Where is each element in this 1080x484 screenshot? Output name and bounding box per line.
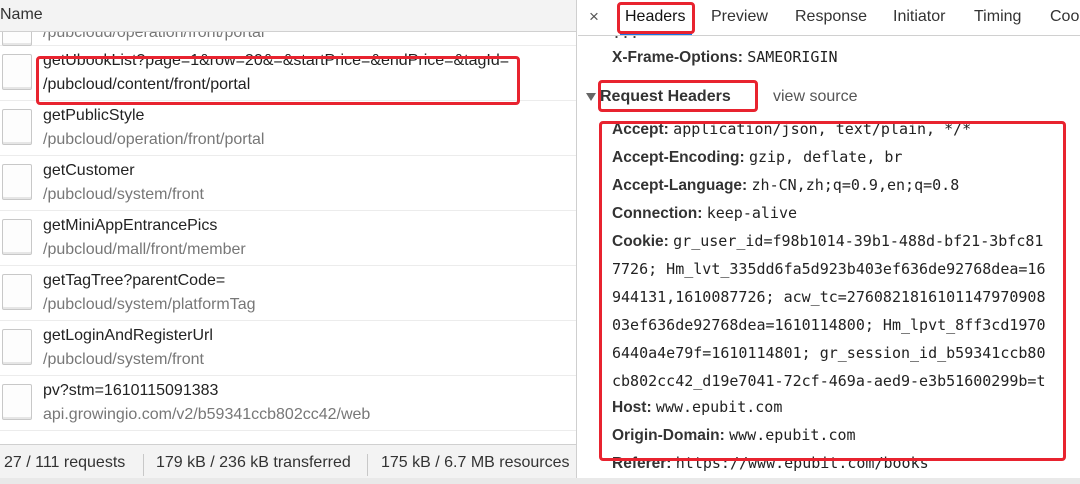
- document-icon: [2, 109, 32, 145]
- header-key: Origin-Domain:: [612, 427, 725, 444]
- request-path: /pubcloud/system/platformTag: [43, 296, 256, 313]
- detail-tab-bar: × Headers Preview Response Initiator Tim…: [578, 0, 1080, 36]
- request-row-getcustomer[interactable]: getCustomer /pubcloud/system/front: [0, 156, 576, 211]
- request-name: getTagTree?parentCode=: [43, 272, 226, 289]
- view-source-link[interactable]: view source: [773, 88, 857, 106]
- cookie-value-continuation: 03ef636de92768dea=1610114800; Hm_lpvt_8f…: [612, 316, 1046, 334]
- cookie-value-continuation: 6440a4e79f=1610114801; gr_session_id_b59…: [612, 344, 1046, 362]
- status-divider: [367, 454, 368, 476]
- tab-timing[interactable]: Timing: [974, 8, 1021, 26]
- header-value: www.epubit.com: [729, 426, 856, 444]
- request-row-getminiappentrancepics[interactable]: getMiniAppEntrancePics /pubcloud/mall/fr…: [0, 211, 576, 266]
- response-header-x-frame-options: X-Frame-Options: SAMEORIGIN: [612, 48, 838, 67]
- header-value: www.epubit.com: [655, 398, 783, 416]
- status-divider: [143, 454, 144, 476]
- request-name: getUbookList?page=1&row=20&=&startPrice=…: [43, 52, 510, 69]
- request-header-accept-encoding: Accept-Encoding: gzip, deflate, br: [612, 148, 902, 167]
- cookie-value-continuation: 944131,1610087726; acw_tc=27608218161011…: [612, 288, 1046, 306]
- request-path: /pubcloud/content/front/portal: [43, 76, 251, 93]
- document-icon: [2, 274, 32, 310]
- response-header-partial: ...: [612, 36, 639, 42]
- active-tab-indicator: [620, 33, 692, 35]
- status-transferred: 179 kB / 236 kB transferred: [156, 454, 351, 471]
- document-icon: [2, 54, 32, 90]
- request-path: /pubcloud/system/front: [43, 351, 204, 368]
- request-header-host: Host: www.epubit.com: [612, 398, 782, 417]
- request-header-referer: Referer: https://www.epubit.com/books: [612, 454, 929, 473]
- header-key: Referer:: [612, 455, 672, 472]
- document-icon: [2, 32, 32, 46]
- headers-detail-view: ... X-Frame-Options: SAMEORIGIN Request …: [578, 36, 1080, 484]
- document-icon: [2, 219, 32, 255]
- request-detail-panel: × Headers Preview Response Initiator Tim…: [578, 0, 1080, 484]
- tab-response[interactable]: Response: [795, 8, 867, 26]
- request-row-getloginandregisterurl[interactable]: getLoginAndRegisterUrl /pubcloud/system/…: [0, 321, 576, 376]
- request-header-origin-domain: Origin-Domain: www.epubit.com: [612, 426, 856, 445]
- request-path: /pubcloud/operation/front/portal: [43, 131, 265, 148]
- close-icon[interactable]: ×: [589, 7, 599, 27]
- cookie-value-continuation: cb802cc42_d19e7041-72cf-469a-aed9-e3b516…: [612, 372, 1046, 390]
- tab-cookies[interactable]: Coo: [1050, 8, 1079, 26]
- request-name: getCustomer: [43, 162, 135, 179]
- header-key: Cookie:: [612, 233, 669, 250]
- tab-preview[interactable]: Preview: [711, 8, 768, 26]
- header-value: keep-alive: [706, 204, 798, 222]
- header-value: SAMEORIGIN: [747, 48, 838, 66]
- request-row-partial[interactable]: /pubcloud/operation/front/portal: [0, 32, 576, 46]
- request-path: api.growingio.com/v2/b59341ccb802cc42/we…: [43, 406, 371, 423]
- tab-headers[interactable]: Headers: [625, 8, 685, 26]
- status-resources: 175 kB / 6.7 MB resources: [381, 454, 570, 471]
- header-key: Accept:: [612, 121, 669, 138]
- column-header-name[interactable]: Name: [0, 6, 43, 24]
- section-title: Request Headers: [600, 88, 731, 105]
- cookie-value-continuation: 7726; Hm_lvt_335dd6fa5d923b403ef636de927…: [612, 260, 1046, 278]
- request-row-getpublicstyle[interactable]: getPublicStyle /pubcloud/operation/front…: [0, 101, 576, 156]
- header-key: Connection:: [612, 205, 703, 222]
- header-key: X-Frame-Options:: [612, 49, 743, 66]
- request-list-header: Name: [0, 0, 576, 32]
- request-header-connection: Connection: keep-alive: [612, 204, 797, 223]
- request-name: getMiniAppEntrancePics: [43, 217, 218, 234]
- header-key: Host:: [612, 399, 652, 416]
- request-header-cookie: Cookie: gr_user_id=f98b1014-39b1-488d-bf…: [612, 232, 1043, 251]
- expand-triangle-icon[interactable]: [586, 93, 596, 101]
- request-list-panel: Name /pubcloud/operation/front/portal ge…: [0, 0, 577, 484]
- header-key: Accept-Encoding:: [612, 149, 745, 166]
- request-path: /pubcloud/system/front: [43, 186, 204, 203]
- header-key: Accept-Language:: [612, 177, 748, 194]
- document-icon: [2, 164, 32, 200]
- request-row-gettagtree[interactable]: getTagTree?parentCode= /pubcloud/system/…: [0, 266, 576, 321]
- request-list: /pubcloud/operation/front/portal getUboo…: [0, 32, 576, 444]
- horizontal-scrollbar[interactable]: [0, 478, 1080, 484]
- request-row-getubooklist[interactable]: getUbookList?page=1&row=20&=&startPrice=…: [0, 46, 576, 101]
- request-header-accept-language: Accept-Language: zh-CN,zh;q=0.9,en;q=0.8: [612, 176, 959, 195]
- header-value: https://www.epubit.com/books: [675, 454, 929, 472]
- request-name: getPublicStyle: [43, 107, 145, 124]
- document-icon: [2, 384, 32, 420]
- header-value: application/json, text/plain, */*: [673, 120, 972, 138]
- document-icon: [2, 329, 32, 365]
- request-header-accept: Accept: application/json, text/plain, */…: [612, 120, 971, 139]
- header-value: gzip, deflate, br: [748, 148, 903, 166]
- request-row-pv[interactable]: pv?stm=1610115091383 api.growingio.com/v…: [0, 376, 576, 431]
- request-headers-section[interactable]: Request Headers view source: [586, 88, 857, 106]
- header-value: gr_user_id=f98b1014-39b1-488d-bf21-3bfc8…: [673, 232, 1044, 250]
- tab-initiator[interactable]: Initiator: [893, 8, 945, 26]
- status-requests: 27 / 111 requests: [4, 454, 126, 471]
- request-path: /pubcloud/operation/front/portal: [43, 32, 265, 41]
- request-path: /pubcloud/mall/front/member: [43, 241, 246, 258]
- request-name: pv?stm=1610115091383: [43, 382, 219, 399]
- header-value: zh-CN,zh;q=0.9,en;q=0.8: [751, 176, 960, 194]
- request-name: getLoginAndRegisterUrl: [43, 327, 213, 344]
